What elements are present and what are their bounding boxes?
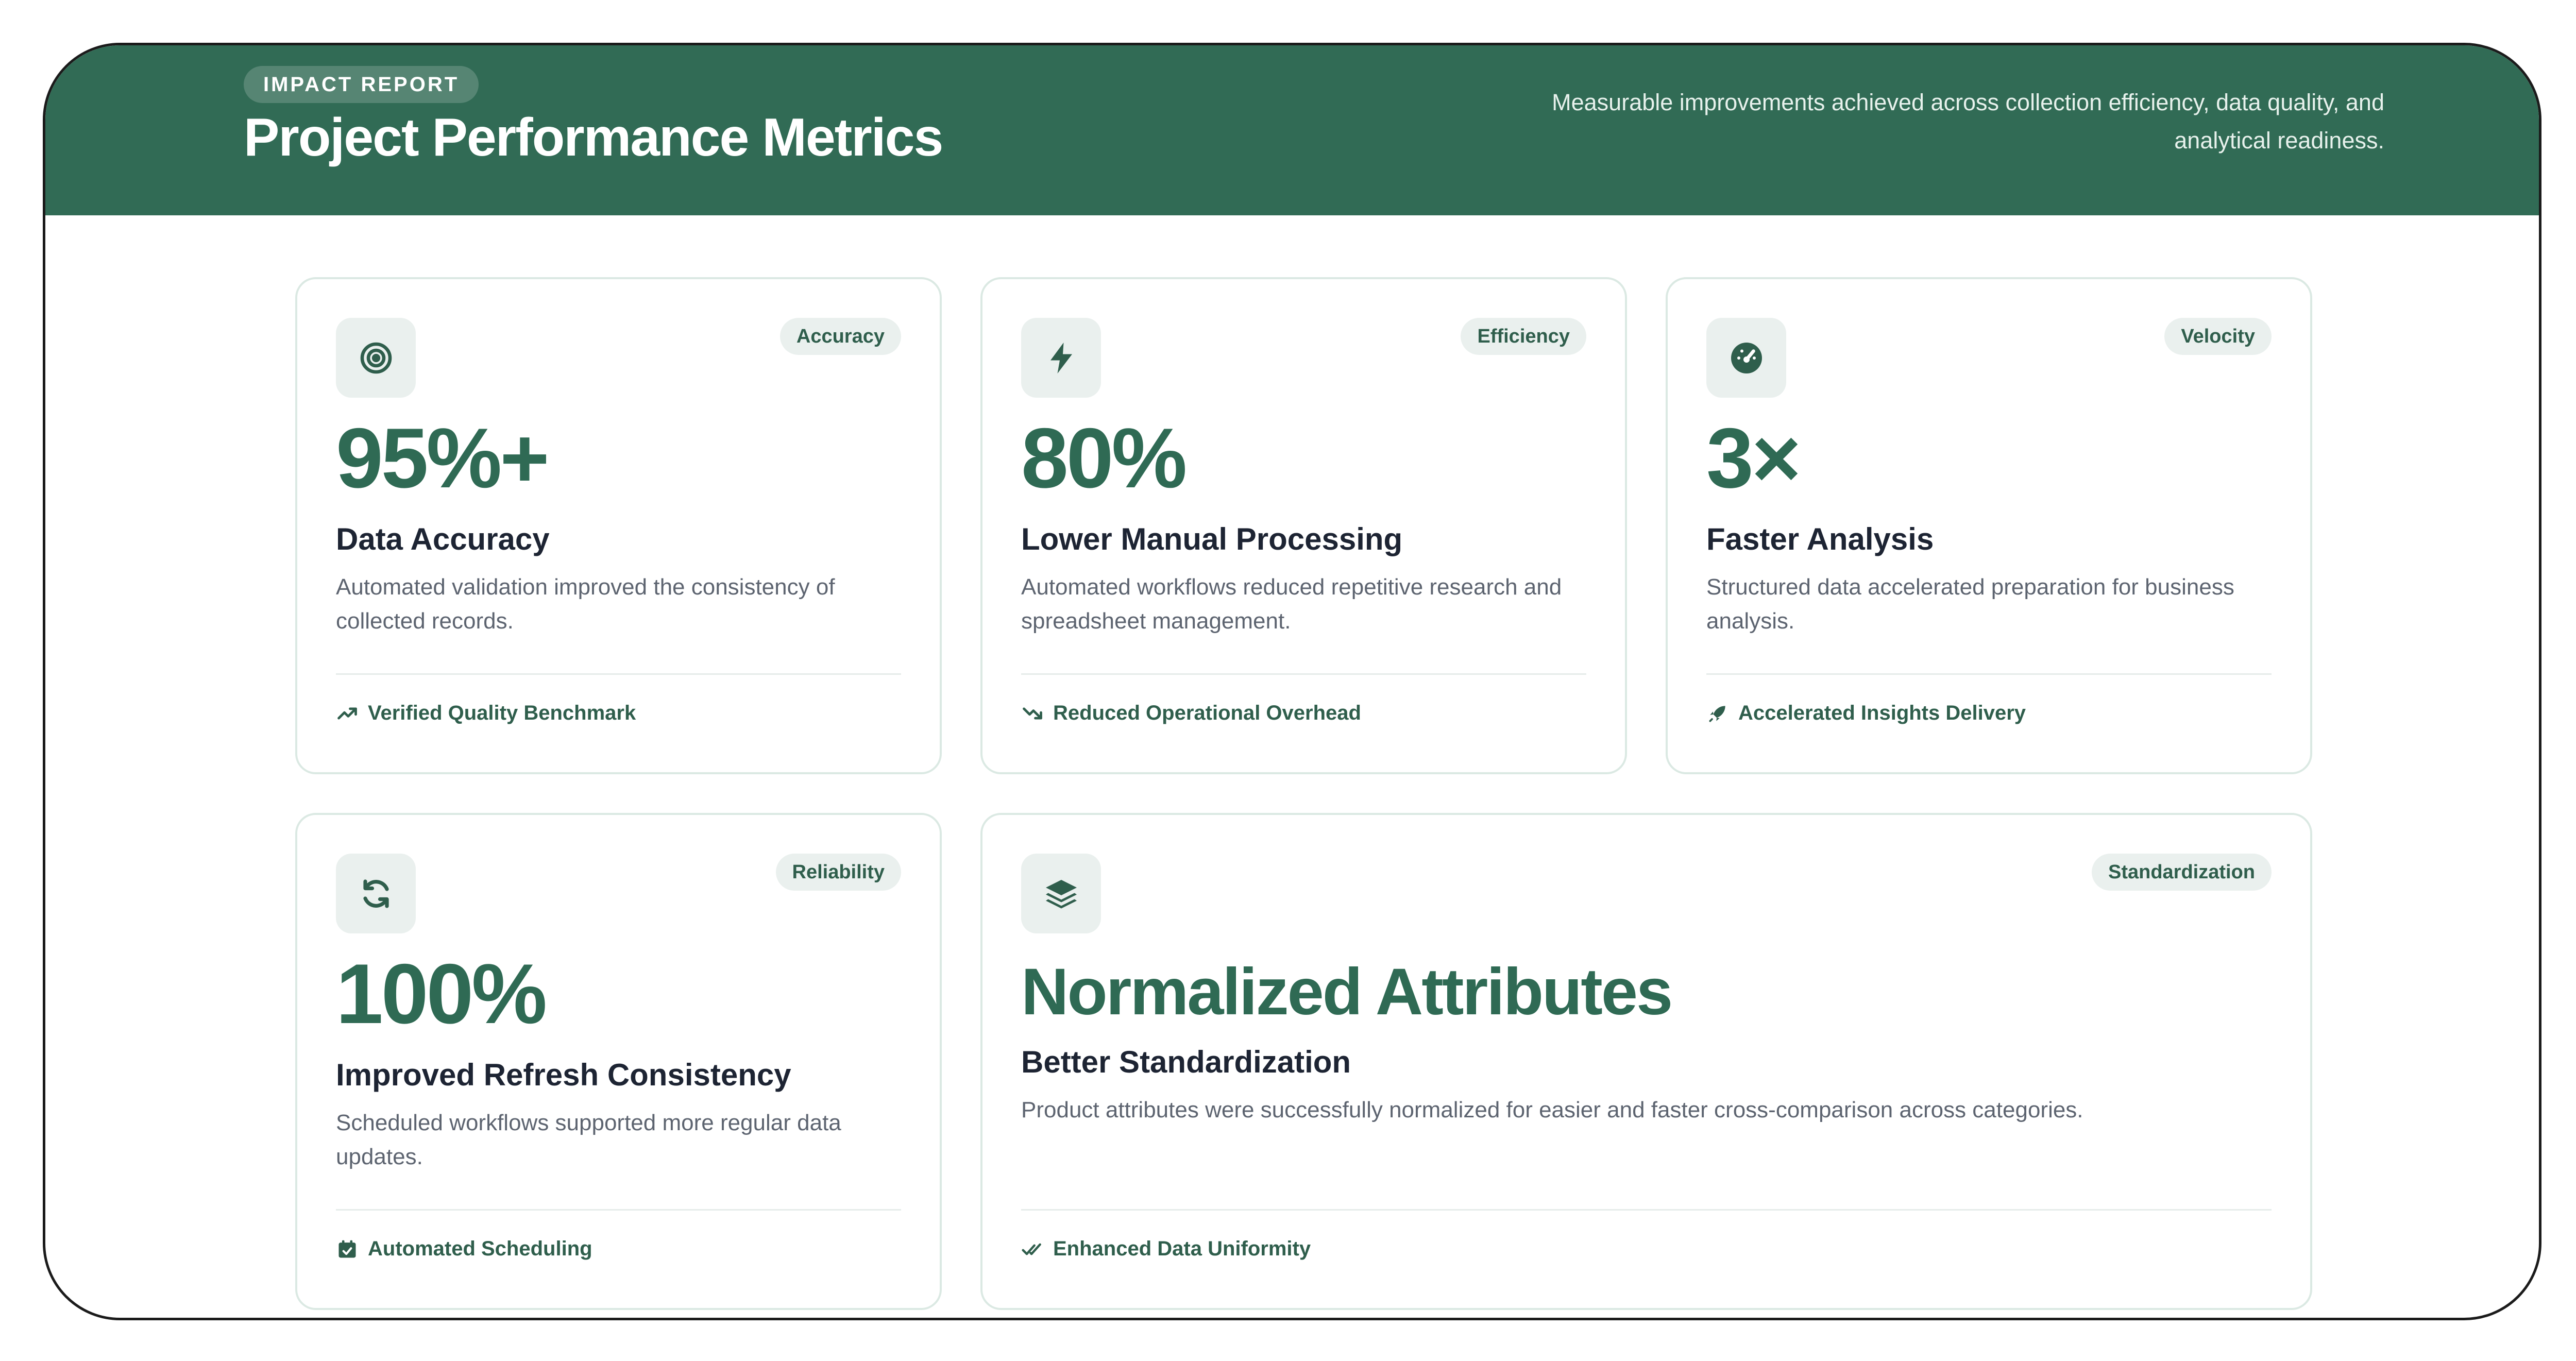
metric-value: 100%	[336, 946, 547, 1041]
card-footer: Automated Scheduling	[336, 1237, 592, 1261]
card-footer-label: Reduced Operational Overhead	[1053, 702, 1361, 724]
metric-value: Normalized Attributes	[1021, 955, 1673, 1029]
target-icon	[336, 318, 416, 398]
card-footer: Accelerated Insights Delivery	[1706, 702, 2026, 725]
card-footer-label: Automated Scheduling	[368, 1237, 592, 1260]
double-check-icon	[1022, 1243, 1041, 1255]
card-title: Data Accuracy	[336, 522, 550, 556]
gauge-icon	[1706, 318, 1786, 398]
category-chip: Standardization	[2091, 854, 2272, 891]
header-subtitle-line: analytical readiness.	[2174, 127, 2384, 154]
card-description: Automated validation improved the consis…	[336, 574, 835, 634]
trend-up-icon	[337, 707, 357, 720]
page-title: Project Performance Metrics	[244, 108, 943, 167]
metric-card-reliability: Reliability 100% Improved Refresh Consis…	[295, 813, 942, 1310]
card-divider	[1706, 673, 2272, 675]
category-chip: Velocity	[2164, 318, 2272, 355]
card-divider	[1021, 1209, 2272, 1211]
card-divider	[336, 673, 901, 675]
card-footer-label: Accelerated Insights Delivery	[1738, 702, 2026, 724]
category-chip: Accuracy	[779, 318, 901, 355]
card-footer-label: Verified Quality Benchmark	[368, 702, 636, 724]
card-title: Lower Manual Processing	[1021, 522, 1403, 556]
metric-value: 95%+	[336, 411, 550, 505]
rocket-icon	[1709, 705, 1725, 722]
report-badge: IMPACT REPORT	[244, 66, 479, 103]
metric-value: 80%	[1021, 411, 1187, 505]
card-footer: Verified Quality Benchmark	[336, 702, 636, 725]
category-chip: Reliability	[775, 854, 901, 891]
card-footer: Enhanced Data Uniformity	[1021, 1237, 1311, 1261]
card-footer: Reduced Operational Overhead	[1021, 702, 1361, 725]
card-divider	[336, 1209, 901, 1211]
card-footer-label: Enhanced Data Uniformity	[1053, 1237, 1311, 1260]
metric-card-standardization: Standardization Normalized Attributes Be…	[980, 813, 2312, 1310]
card-title: Improved Refresh Consistency	[336, 1058, 791, 1092]
metric-card-accuracy: Accuracy 95%+ Data Accuracy Automated va…	[295, 277, 942, 774]
category-chip: Efficiency	[1461, 318, 1586, 355]
card-title: Better Standardization	[1021, 1045, 1351, 1079]
header-subtitle: Measurable improvements achieved across …	[1354, 83, 2384, 160]
metric-value: 3×	[1706, 411, 1801, 505]
card-description: Scheduled workflows supported more regul…	[336, 1110, 841, 1169]
metric-card-efficiency: Efficiency 80% Lower Manual Processing A…	[980, 277, 1627, 774]
card-title: Faster Analysis	[1706, 522, 1934, 556]
calendar-check-icon	[338, 1240, 356, 1257]
refresh-icon	[336, 854, 416, 933]
metric-card-velocity: Velocity 3× Faster Analysis Structured d…	[1666, 277, 2312, 774]
card-description: Structured data accelerated preparation …	[1706, 574, 2234, 634]
layers-icon	[1021, 854, 1101, 933]
trend-down-icon	[1023, 707, 1042, 720]
report-frame: IMPACT REPORT Project Performance Metric…	[43, 43, 2541, 1320]
header-subtitle-line: Measurable improvements achieved across …	[1552, 89, 2384, 115]
card-divider	[1021, 673, 1586, 675]
lightning-icon	[1021, 318, 1101, 398]
card-description: Automated workflows reduced repetitive r…	[1021, 574, 1562, 634]
card-description: Product attributes were successfully nor…	[1021, 1097, 2083, 1122]
header-banner: IMPACT REPORT Project Performance Metric…	[45, 45, 2539, 215]
